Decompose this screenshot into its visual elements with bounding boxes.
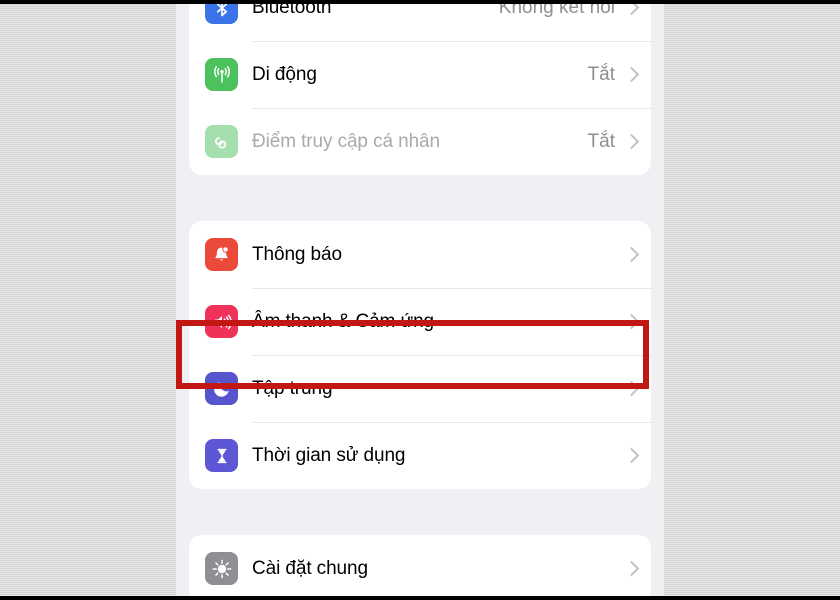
row-divider: [252, 355, 651, 356]
screen-time-hourglass-icon: [205, 439, 238, 472]
settings-row[interactable]: Tập trung: [189, 355, 651, 422]
settings-group-connectivity: Bluetooth Không kết nối Di động Tắt Điểm t…: [189, 0, 651, 175]
general-gear-icon: [205, 552, 238, 585]
settings-row-label: Âm thanh & Cảm ứng: [252, 310, 435, 332]
row-divider: [252, 108, 651, 109]
chevron-right-icon: [625, 379, 637, 399]
settings-row-label: Thông báo: [252, 243, 342, 265]
settings-row[interactable]: Âm thanh & Cảm ứng: [189, 288, 651, 355]
settings-row-label: Di động: [252, 63, 317, 85]
focus-moon-icon: [205, 372, 238, 405]
personal-hotspot-icon: [205, 125, 238, 158]
settings-row-label: Cài đặt chung: [252, 557, 368, 579]
chevron-right-icon: [625, 245, 637, 265]
bottom-black-border: [0, 596, 840, 600]
settings-row-label: Điểm truy cập cá nhân: [252, 130, 440, 152]
settings-row-value: Tắt: [587, 63, 615, 85]
notifications-bell-icon: [205, 238, 238, 271]
cellular-icon: [205, 58, 238, 91]
chevron-right-icon: [625, 132, 637, 152]
phone-settings-screen: Bluetooth Không kết nối Di động Tắt Điểm t…: [176, 0, 664, 600]
settings-row[interactable]: Điểm truy cập cá nhân Tắt: [189, 108, 651, 175]
settings-row[interactable]: Cài đặt chung: [189, 535, 651, 600]
screenshot-canvas: Bluetooth Không kết nối Di động Tắt Điểm t…: [0, 0, 840, 600]
settings-row[interactable]: Thời gian sử dụng: [189, 422, 651, 489]
row-divider: [252, 288, 651, 289]
chevron-right-icon: [625, 312, 637, 332]
top-black-border: [0, 0, 840, 4]
settings-row[interactable]: Thông báo: [189, 221, 651, 288]
settings-row[interactable]: Bluetooth Không kết nối: [189, 0, 651, 41]
sound-speaker-icon: [205, 305, 238, 338]
settings-list[interactable]: Bluetooth Không kết nối Di động Tắt Điểm t…: [176, 0, 664, 600]
settings-row-label: Thời gian sử dụng: [252, 444, 406, 466]
chevron-right-icon: [625, 65, 637, 85]
settings-group-general: Cài đặt chung: [189, 535, 651, 600]
settings-row-value: Tắt: [587, 130, 615, 152]
settings-group-notifications-sound: Thông báo Âm thanh & Cảm ứng Tập trung T…: [189, 221, 651, 489]
chevron-right-icon: [625, 559, 637, 579]
row-divider: [252, 422, 651, 423]
settings-row-label: Tập trung: [252, 377, 333, 399]
settings-row[interactable]: Di động Tắt: [189, 41, 651, 108]
row-divider: [252, 41, 651, 42]
chevron-right-icon: [625, 446, 637, 466]
